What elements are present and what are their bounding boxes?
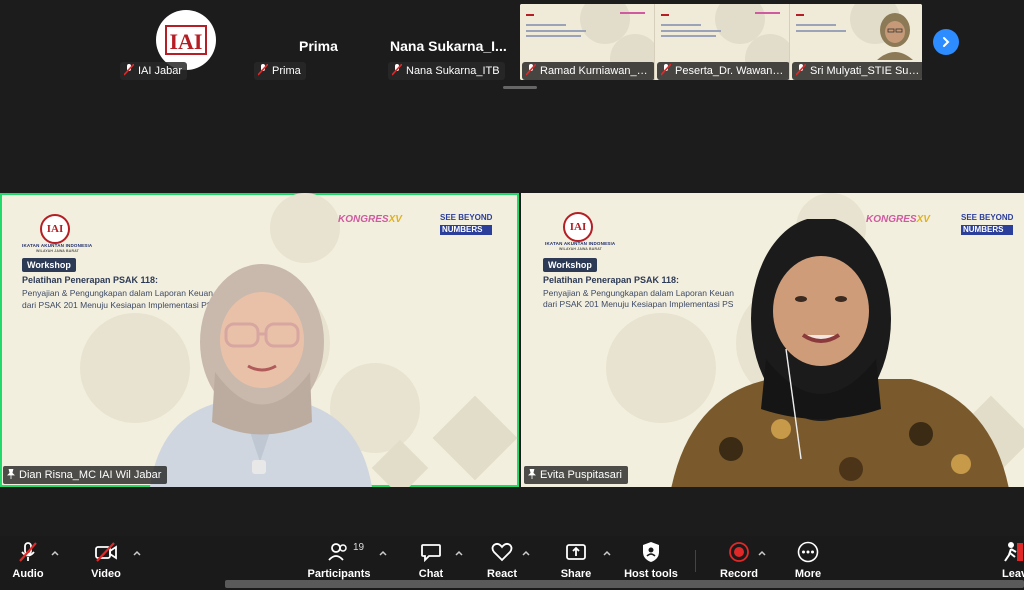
participants-button[interactable]: Participants: [299, 540, 379, 580]
chevron-right-icon: [943, 37, 950, 47]
leave-button[interactable]: Leave: [972, 540, 1024, 580]
strip-tile-nana[interactable]: Nana Sukarna_I... Nana Sukarna_ITB: [388, 4, 518, 80]
workshop-badge: Workshop: [543, 258, 597, 272]
participants-count: 19: [353, 542, 365, 553]
participant-video-person: [877, 13, 913, 60]
tile-participant-name: Evita Puspitasari: [524, 466, 628, 484]
record-options-caret[interactable]: [757, 549, 767, 557]
workshop-badge: Workshop: [22, 258, 76, 272]
iai-logo-icon: IAI: [157, 11, 215, 69]
slide-iai-logo: IAI: [563, 212, 593, 242]
slide-org-sub: WILAYAH JAWA BARAT: [559, 247, 603, 251]
participant-big-name: Nana Sukarna_I...: [390, 38, 507, 54]
shield-icon: [643, 542, 659, 562]
mic-muted-icon: [19, 542, 37, 562]
video-thumb[interactable]: Ramad Kurniawan_Pusr: [520, 4, 655, 80]
participant-chip: IAI Jabar: [120, 62, 188, 80]
kongres-logo: KONGRESXV: [338, 214, 402, 225]
share-button[interactable]: Share: [536, 540, 616, 580]
mic-off-icon: [392, 64, 402, 76]
svg-text:IAI: IAI: [169, 29, 202, 54]
participants-options-caret[interactable]: [378, 549, 388, 557]
horizontal-scrollbar[interactable]: [225, 580, 1024, 588]
slide-iai-logo: IAI: [40, 214, 70, 244]
record-button[interactable]: Record: [699, 540, 779, 580]
strip-tile-iai-jabar[interactable]: IAI IAI Jabar: [120, 4, 250, 80]
slide-org-name: IKATAN AKUNTAN INDONESIA: [545, 241, 616, 246]
more-icon: [797, 541, 819, 563]
slide-title: Pelatihan Penerapan PSAK 118:: [22, 275, 159, 285]
share-screen-icon: [566, 544, 586, 560]
mic-off-icon: [258, 64, 268, 76]
chat-icon: [421, 544, 441, 562]
react-button[interactable]: React: [462, 540, 542, 580]
filmstrip-resize-handle[interactable]: [503, 86, 537, 89]
video-thumb[interactable]: Peserta_Dr. Wawan Su...: [655, 4, 790, 80]
camera-off-icon: [95, 542, 117, 562]
audio-options-caret[interactable]: [50, 549, 60, 557]
slide-org-sub: WILAYAH JAWA BARAT: [36, 249, 80, 253]
mic-off-icon: [526, 64, 536, 76]
participant-big-name: Prima: [299, 38, 338, 54]
speaker-person-video: [150, 264, 372, 487]
tile-participant-name: Dian Risna_MC IAI Wil Jabar: [3, 466, 168, 484]
react-options-caret[interactable]: [521, 549, 531, 557]
mic-off-icon: [661, 64, 671, 76]
see-beyond-logo: SEE BEYOND NUMBERS: [440, 213, 493, 235]
mic-off-icon: [796, 64, 806, 76]
pin-icon: [528, 469, 536, 479]
slide-org-name: IKATAN AKUNTAN INDONESIA: [22, 243, 93, 248]
video-tile-active-speaker[interactable]: IAI IKATAN AKUNTAN INDONESIA WILAYAH JAW…: [0, 193, 519, 487]
filmstrip-next-button[interactable]: [933, 29, 959, 55]
participant-chip: Nana Sukarna_ITB: [388, 62, 505, 80]
pin-icon: [7, 469, 15, 479]
video-options-caret[interactable]: [132, 549, 142, 557]
video-tile-speaker[interactable]: IAI IKATAN AKUNTAN INDONESIA WILAYAH JAW…: [521, 193, 1024, 487]
more-button[interactable]: More: [768, 540, 848, 580]
video-filmstrip: Ramad Kurniawan_Pusr Peserta_Dr. Wawan S…: [520, 4, 922, 80]
participant-chip: Ramad Kurniawan_Pusr: [522, 62, 654, 80]
leave-icon: [1004, 542, 1023, 562]
participant-chip: Peserta_Dr. Wawan Su...: [657, 62, 789, 80]
video-button[interactable]: Video: [66, 540, 146, 580]
record-icon: [729, 542, 749, 562]
slide-title: Pelatihan Penerapan PSAK 118:: [543, 275, 680, 285]
strip-tile-prima[interactable]: Prima Prima: [254, 4, 384, 80]
iai-logo-avatar: IAI: [156, 10, 216, 70]
participants-icon: [328, 543, 347, 561]
heart-icon: [491, 542, 513, 562]
video-thumb[interactable]: Sri Mulyati_STIE Sutaat...: [790, 4, 922, 80]
toolbar-separator: [695, 550, 696, 572]
host-tools-button[interactable]: Host tools: [611, 540, 691, 580]
mic-off-icon: [124, 64, 134, 76]
participant-chip: Sri Mulyati_STIE Sutaat...: [792, 62, 922, 80]
speaker-person-video: [671, 219, 1009, 487]
chat-button[interactable]: Chat: [391, 540, 471, 580]
participant-chip: Prima: [254, 62, 306, 80]
audio-button[interactable]: Audio: [0, 540, 68, 580]
